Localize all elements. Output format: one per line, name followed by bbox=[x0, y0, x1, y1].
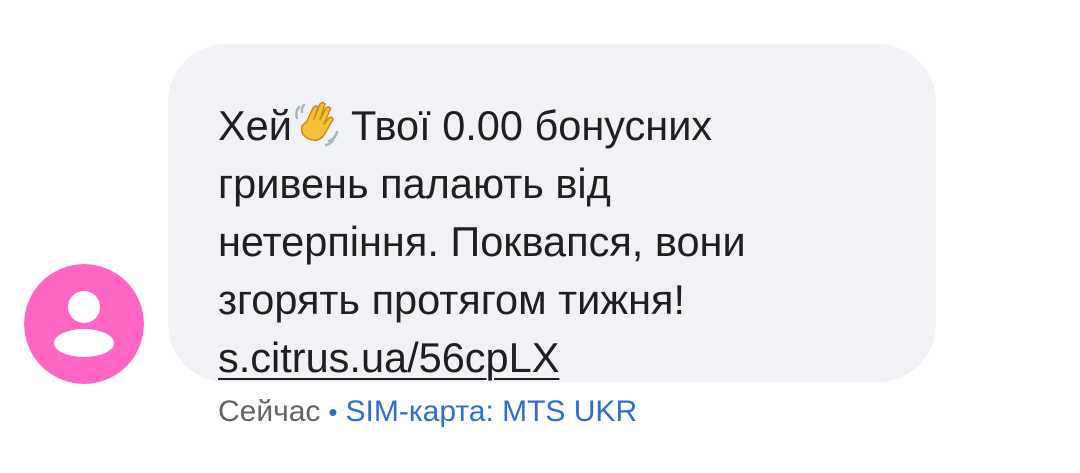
message-text: Хей Твої 0.00 бонусних гривень палають в… bbox=[218, 97, 896, 387]
message-line-1-start: Хей bbox=[218, 102, 292, 149]
message-link[interactable]: s.citrus.ua/56cpLX bbox=[218, 334, 559, 381]
message-line-3: нетерпіння. Поквапся, вони bbox=[218, 218, 746, 265]
sim-card-label[interactable]: SIM-карта: MTS UKR bbox=[346, 395, 638, 428]
message-row: Хей Твої 0.00 бонусних гривень палають в… bbox=[0, 0, 1080, 473]
waving-hand-icon bbox=[293, 99, 341, 147]
message-line-4: згорять протягом тижня! bbox=[218, 276, 686, 323]
person-icon bbox=[24, 264, 144, 384]
message-meta: Сейчас • SIM-карта: MTS UKR bbox=[218, 392, 637, 432]
message-line-1-end: Твої 0.00 бонусних bbox=[350, 102, 713, 149]
message-timestamp: Сейчас bbox=[218, 395, 321, 428]
message-bubble[interactable]: Хей Твої 0.00 бонусних гривень палають в… bbox=[168, 44, 936, 382]
message-line-2: гривень палають від bbox=[218, 160, 611, 207]
sender-avatar[interactable] bbox=[24, 264, 144, 384]
meta-separator: • bbox=[328, 397, 338, 427]
